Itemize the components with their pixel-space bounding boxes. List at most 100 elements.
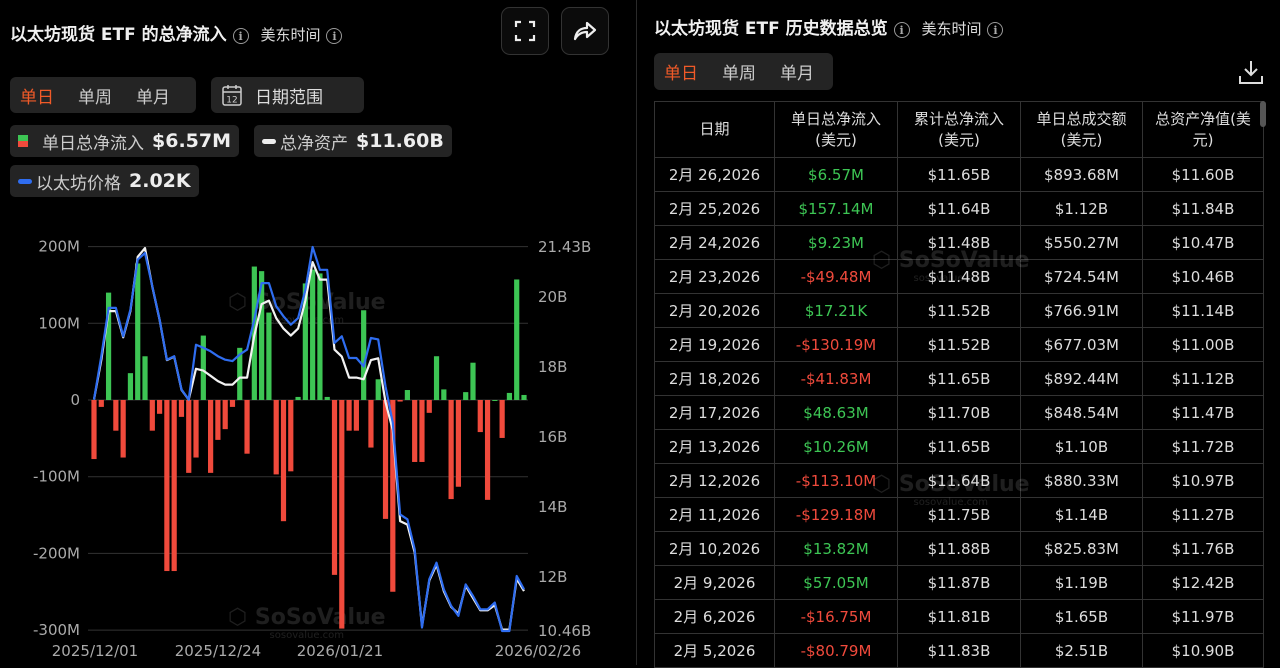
- timezone-label: 美东时间: [921, 20, 982, 38]
- tab-weekly[interactable]: 单周: [722, 59, 756, 84]
- table-row[interactable]: 2月 19,2026 -$130.19M $11.52B $677.03M $11.00…: [654, 327, 1264, 362]
- daily-inflow-cell: $13.82M: [774, 531, 898, 566]
- right-axis-tick-label: 14B: [538, 498, 567, 516]
- table-title-text: 以太坊现货 ETF 历史数据总览: [654, 19, 888, 39]
- table-row[interactable]: 2月 6,2026 -$16.75M $11.81B $1.65B $11.97B: [654, 599, 1264, 634]
- cumulative-inflow-cell: $11.64B: [897, 191, 1021, 226]
- net-assets-cell: $11.47B: [1142, 395, 1264, 430]
- x-axis-tick-label: 2026/01/21: [297, 642, 383, 660]
- net-assets-cell: $11.00B: [1142, 327, 1264, 362]
- left-axis-tick-label: 0: [70, 391, 80, 409]
- cumulative-inflow-cell: $11.87B: [897, 565, 1021, 600]
- inflow-bar: [266, 312, 272, 400]
- inflow-bar: [433, 356, 440, 400]
- date-cell: 2月 18,2026: [654, 361, 775, 396]
- inflow-bar: [98, 400, 104, 407]
- daily-inflow-cell: $10.26M: [774, 429, 898, 464]
- table-row[interactable]: 2月 11,2026 -$129.18M $11.75B $1.14B $11.27B: [654, 497, 1264, 532]
- date-cell: 2月 11,2026: [654, 497, 775, 532]
- info-icon[interactable]: i: [893, 22, 910, 38]
- cumulative-inflow-cell: $11.64B: [897, 463, 1021, 498]
- table-row[interactable]: 2月 20,2026 $17.21K $11.52B $766.91M $11.14B: [654, 293, 1264, 328]
- volume-cell: $1.12B: [1020, 191, 1143, 226]
- inflow-bar: [470, 362, 476, 400]
- x-axis-tick-label: 2026/02/26: [495, 642, 581, 660]
- right-axis-tick-label: 10.46B: [538, 622, 591, 640]
- download-icon: [1239, 61, 1263, 84]
- table-row[interactable]: 2月 13,2026 $10.26M $11.65B $1.10B $11.72B: [654, 429, 1264, 464]
- column-header[interactable]: 日期: [654, 101, 775, 158]
- net-assets-cell: $10.47B: [1142, 225, 1264, 260]
- table-row[interactable]: 2月 26,2026 $6.57M $11.65B $893.68M $11.60B: [654, 157, 1264, 192]
- column-header[interactable]: 累计总净流入 (美元): [897, 101, 1021, 158]
- inflow-bar: [164, 400, 170, 572]
- inflow-bar: [368, 400, 374, 448]
- volume-cell: $848.54M: [1020, 395, 1143, 430]
- table-row[interactable]: 2月 18,2026 -$41.83M $11.65B $892.44M $11.12B: [654, 361, 1264, 396]
- volume-cell: $724.54M: [1020, 259, 1143, 294]
- table-row[interactable]: 2月 5,2026 -$80.79M $11.83B $2.51B $10.90B: [654, 633, 1264, 668]
- inflow-bar: [382, 400, 389, 519]
- date-cell: 2月 12,2026: [654, 463, 775, 498]
- inflow-bar: [412, 400, 418, 462]
- net-assets-cell: $10.97B: [1142, 463, 1264, 498]
- date-cell: 2月 19,2026: [654, 327, 775, 362]
- daily-inflow-cell: -$16.75M: [774, 599, 898, 634]
- inflow-bar: [484, 400, 491, 500]
- panel-divider: [636, 0, 637, 665]
- inflow-bar: [208, 400, 214, 473]
- net-assets-cell: $11.12B: [1142, 361, 1264, 396]
- table-row[interactable]: 2月 10,2026 $13.82M $11.88B $825.83M $11.76B: [654, 531, 1264, 566]
- daily-inflow-cell: $9.23M: [774, 225, 898, 260]
- date-cell: 2月 26,2026: [654, 157, 775, 192]
- inflow-bar: [142, 356, 148, 400]
- net-assets-cell: $11.76B: [1142, 531, 1264, 566]
- volume-cell: $1.65B: [1020, 599, 1143, 634]
- table-scrollbar[interactable]: [1260, 101, 1266, 127]
- inflow-bar: [441, 389, 447, 400]
- date-cell: 2月 23,2026: [654, 259, 775, 294]
- volume-cell: $825.83M: [1020, 531, 1143, 566]
- daily-inflow-cell: $57.05M: [774, 565, 898, 600]
- cumulative-inflow-cell: $11.52B: [897, 327, 1021, 362]
- daily-inflow-cell: -$129.18M: [774, 497, 898, 532]
- download-button[interactable]: [1238, 59, 1264, 89]
- table-row[interactable]: 2月 17,2026 $48.63M $11.70B $848.54M $11.47B: [654, 395, 1264, 430]
- inflow-bar: [288, 400, 294, 472]
- cumulative-inflow-cell: $11.81B: [897, 599, 1021, 634]
- inflow-bar: [120, 400, 126, 458]
- net-assets-cell: $10.90B: [1142, 633, 1264, 668]
- daily-inflow-cell: -$113.10M: [774, 463, 898, 498]
- cumulative-inflow-cell: $11.48B: [897, 259, 1021, 294]
- inflow-bar: [91, 400, 97, 460]
- inflow-bar: [273, 400, 279, 475]
- inflow-bar: [514, 279, 520, 400]
- daily-inflow-cell: -$49.48M: [774, 259, 898, 294]
- tab-daily[interactable]: 单日: [664, 59, 698, 84]
- table-row[interactable]: 2月 25,2026 $157.14M $11.64B $1.12B $11.84B: [654, 191, 1264, 226]
- cumulative-inflow-cell: $11.75B: [897, 497, 1021, 532]
- inflow-bar: [448, 400, 454, 500]
- column-header[interactable]: 单日总净流入 (美元): [774, 101, 898, 158]
- x-axis-tick-label: 2025/12/01: [52, 642, 138, 660]
- inflow-bar: [310, 269, 316, 400]
- daily-inflow-cell: -$41.83M: [774, 361, 898, 396]
- cumulative-inflow-cell: $11.88B: [897, 531, 1021, 566]
- inflow-bar: [404, 390, 410, 400]
- date-cell: 2月 24,2026: [654, 225, 775, 260]
- cumulative-inflow-cell: $11.83B: [897, 633, 1021, 668]
- column-header[interactable]: 总资产净值(美 元): [1142, 101, 1264, 158]
- tab-monthly[interactable]: 单月: [780, 59, 814, 84]
- inflow-bar: [346, 400, 352, 431]
- history-table-container: 日期 单日总净流入 (美元) 累计总净流入 (美元) 单日总成交额 (美元) 总资产净值…: [654, 101, 1264, 668]
- table-row[interactable]: 2月 9,2026 $57.05M $11.87B $1.19B $12.42B: [654, 565, 1264, 600]
- net-inflow-chart[interactable]: 200M 100M 0 -100M -200M -300M 21.43B 20B 18B 16B 1…: [0, 0, 636, 665]
- table-row[interactable]: 2月 12,2026 -$113.10M $11.64B $880.33M $10.97…: [654, 463, 1264, 498]
- inflow-bar: [375, 379, 381, 400]
- column-header[interactable]: 单日总成交额 (美元): [1020, 101, 1143, 158]
- table-row[interactable]: 2月 23,2026 -$49.48M $11.48B $724.54M $10.46B: [654, 259, 1264, 294]
- timezone-info-icon[interactable]: i: [987, 22, 1004, 38]
- table-row[interactable]: 2月 24,2026 $9.23M $11.48B $550.27M $10.47B: [654, 225, 1264, 260]
- table-period-tabs: 单日 单周 单月: [654, 53, 833, 90]
- date-cell: 2月 10,2026: [654, 531, 775, 566]
